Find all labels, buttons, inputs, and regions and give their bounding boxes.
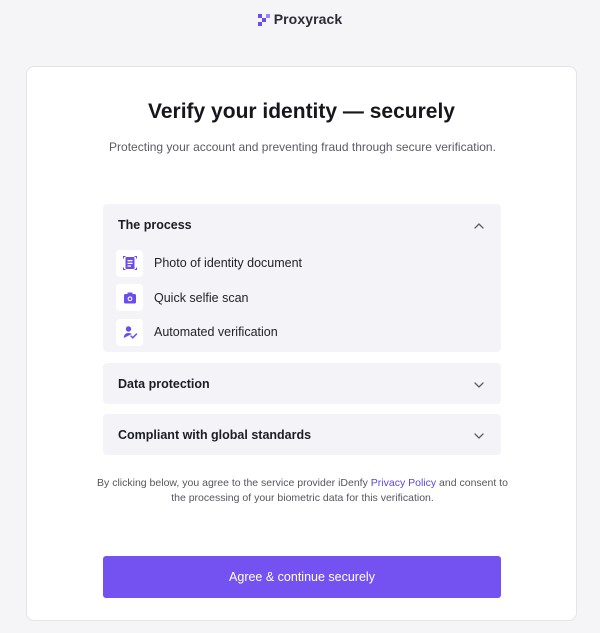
agree-continue-button[interactable]: Agree & continue securely [103, 556, 501, 598]
proxyrack-logo-icon [257, 13, 270, 26]
camera-icon [116, 284, 143, 312]
page-subtitle: Protecting your account and preventing f… [109, 140, 496, 154]
process-item-label: Quick selfie scan [154, 290, 249, 305]
process-section-title: The process [118, 218, 192, 232]
process-section: The process Photo of identity document Q… [103, 204, 501, 352]
process-item-label: Automated verification [154, 325, 278, 340]
process-item: Photo of identity document [116, 246, 501, 281]
compliant-section-title: Compliant with global standards [118, 427, 312, 442]
user-check-icon [116, 318, 143, 346]
compliant-section[interactable]: Compliant with global standards [103, 414, 501, 455]
data-protection-section-header[interactable]: Data protection [103, 363, 501, 404]
consent-text: By clicking below, you agree to the serv… [97, 476, 508, 506]
verification-card: Verify your identity — securely Protecti… [26, 66, 577, 621]
process-list: Photo of identity document Quick selfie … [103, 246, 501, 350]
compliant-section-header[interactable]: Compliant with global standards [103, 414, 501, 455]
brand-header: Proxyrack [0, 11, 600, 27]
process-item-label: Photo of identity document [154, 256, 303, 271]
chevron-down-icon[interactable] [473, 378, 485, 390]
consent-prefix: By clicking below, you agree to the serv… [97, 477, 371, 489]
chevron-down-icon[interactable] [473, 429, 485, 441]
privacy-policy-link[interactable]: Privacy Policy [371, 477, 436, 489]
process-item: Automated verification [116, 315, 501, 350]
process-section-header[interactable]: The process [103, 204, 501, 246]
process-item: Quick selfie scan [116, 281, 501, 316]
chevron-up-icon[interactable] [473, 219, 485, 231]
brand-name: Proxyrack [273, 11, 343, 27]
page-title: Verify your identity — securely [148, 100, 455, 123]
id-document-icon [116, 249, 143, 277]
data-protection-section-title: Data protection [118, 376, 210, 391]
data-protection-section[interactable]: Data protection [103, 363, 501, 404]
